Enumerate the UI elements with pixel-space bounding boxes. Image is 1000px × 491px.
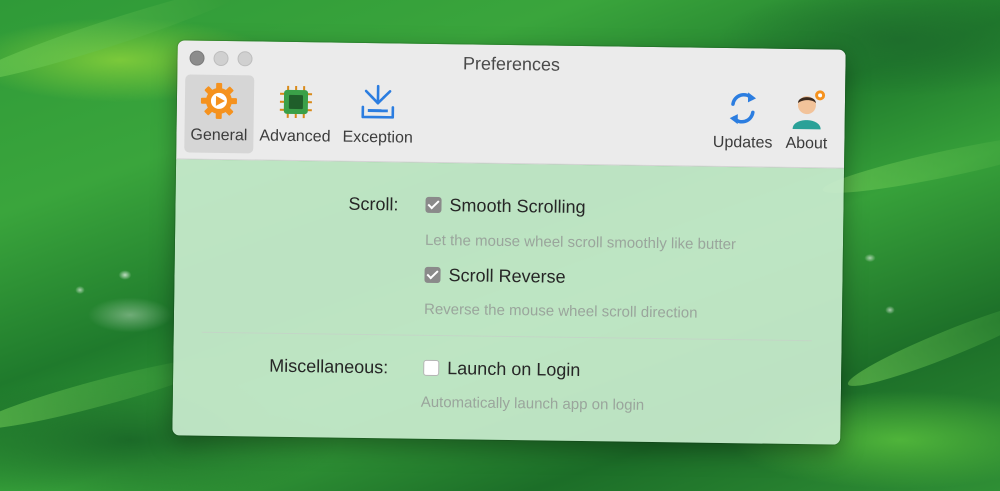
preferences-window: Preferences General Advanced Exception U… [172, 40, 846, 445]
tab-updates[interactable]: Updates [707, 82, 780, 161]
tab-bar-right: Updates About [707, 82, 836, 162]
wallpaper-grass [820, 123, 1000, 203]
scroll-reverse-description: Reverse the mouse wheel scroll direction [423, 300, 698, 322]
tab-label: Advanced [259, 127, 331, 146]
tab-about[interactable]: About [778, 83, 835, 162]
launch-on-login-description: Automatically launch app on login [420, 393, 645, 414]
smooth-scrolling-description: Let the mouse wheel scroll smoothly like… [424, 231, 737, 254]
gear-play-icon [201, 82, 238, 119]
cpu-chip-icon [279, 85, 312, 119]
tab-bar: General Advanced Exception [184, 74, 419, 155]
tab-advanced[interactable]: Advanced [253, 75, 337, 154]
section-divider [201, 331, 812, 342]
tab-exception[interactable]: Exception [336, 77, 419, 156]
smooth-scrolling-label: Smooth Scrolling [449, 195, 586, 218]
scroll-reverse-label: Scroll Reverse [448, 265, 566, 287]
launch-on-login-label: Launch on Login [447, 358, 581, 381]
tab-label: Exception [342, 128, 413, 147]
tab-label: Updates [712, 133, 773, 152]
download-tray-icon [361, 84, 395, 119]
tab-label: About [785, 134, 828, 153]
launch-on-login-option[interactable]: Launch on Login [423, 358, 580, 381]
smooth-scrolling-checkbox[interactable] [425, 196, 442, 214]
misc-section-label: Miscellaneous: [269, 355, 389, 378]
scroll-section-label: Scroll: [348, 193, 399, 215]
wallpaper-grass [843, 289, 1000, 397]
window-toolbar: Preferences General Advanced Exception U… [176, 40, 846, 169]
launch-on-login-checkbox[interactable] [423, 359, 440, 377]
preferences-content: Scroll: Smooth Scrolling Let the mouse w… [172, 159, 845, 445]
tab-label: General [190, 126, 248, 145]
scroll-reverse-option[interactable]: Scroll Reverse [424, 265, 566, 288]
person-icon [792, 90, 826, 130]
scroll-reverse-checkbox[interactable] [424, 266, 441, 284]
smooth-scrolling-option[interactable]: Smooth Scrolling [425, 195, 586, 218]
tab-general[interactable]: General [184, 74, 255, 154]
refresh-icon [729, 92, 757, 125]
